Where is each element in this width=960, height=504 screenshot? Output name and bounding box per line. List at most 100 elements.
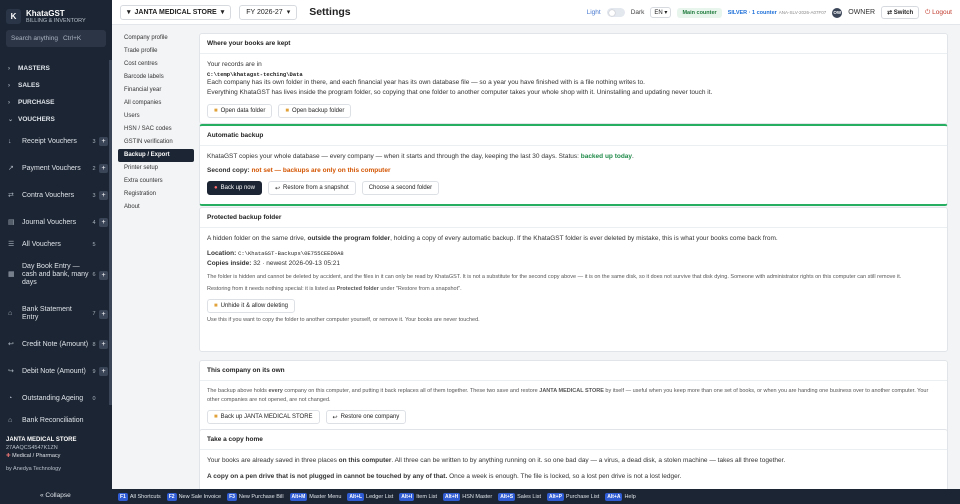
shortcut-ledger-list[interactable]: Alt+L Ledger List [347, 492, 393, 501]
license-info: SILVER · 1 counter ANA-SLV-2026-A07F07 [728, 10, 827, 16]
settings-menu-about[interactable]: About [118, 201, 194, 214]
company-selector[interactable]: ▾ JANTA MEDICAL STORE ▾ [120, 4, 232, 20]
brand[interactable]: K KhataGST BILLING & INVENTORY [0, 0, 112, 27]
shortcut-label: Master Menu [309, 493, 342, 500]
nav-item-outstanding-ageing[interactable]: ◔ Outstanding Ageing 0 [0, 385, 112, 412]
nav-item-journal-vouchers[interactable]: ▤ Journal Vouchers 4 + [0, 209, 112, 236]
list-icon: ☰ [8, 240, 15, 248]
add-credit-note-button[interactable]: + [99, 340, 108, 349]
language-selector[interactable]: EN ▾ [650, 7, 672, 18]
backup-icon: ● [214, 185, 218, 191]
nav-item-bank-statement-entry[interactable]: ⌂ Bank Statement Entry 7 + [0, 297, 112, 331]
shortcut-hsn-master[interactable]: Alt+H HSN Master [443, 492, 492, 501]
settings-menu-users[interactable]: Users [118, 110, 194, 123]
nav-item-receipt-vouchers[interactable]: ↓ Receipt Vouchers 3 + [0, 128, 112, 155]
settings-menu-all-companies[interactable]: All companies [118, 97, 194, 110]
add-contra-button[interactable]: + [99, 191, 108, 200]
button-label: Open data folder [220, 107, 266, 114]
nav-item-label: All Vouchers [22, 240, 61, 248]
protected-location: Location: C:\KhataGST-Backups\0E755CEED9… [207, 249, 940, 260]
company-name: JANTA MEDICAL STORE [6, 437, 77, 443]
settings-menu-registration[interactable]: Registration [118, 188, 194, 201]
text: every [268, 388, 283, 394]
choose-second-folder-button[interactable]: Choose a second folder [361, 181, 440, 195]
unlock-icon: ■ [214, 302, 218, 309]
divider [200, 380, 947, 381]
nav-item-payment-vouchers[interactable]: ↗ Payment Vouchers 2 + [0, 155, 112, 182]
nav-item-count: 5 [92, 241, 96, 248]
shortcut-help[interactable]: Alt+A Help [605, 492, 636, 501]
nav-item-all-vouchers[interactable]: ☰ All Vouchers 5 [0, 236, 112, 253]
fy-selector[interactable]: FY 2026-27 ▾ [239, 4, 298, 20]
nav-section-sales[interactable]: › SALES [0, 77, 112, 94]
sidebar-scrollbar[interactable] [109, 60, 112, 405]
nav-item-bank-reconciliation[interactable]: ⌂ Bank Reconciliation [0, 412, 112, 429]
protected-note-1: The folder is hidden and cannot be delet… [207, 273, 902, 280]
backup-company-button[interactable]: ■ Back up JANTA MEDICAL STORE [207, 410, 320, 424]
shortcut-purchase-list[interactable]: Alt+P Purchase List [546, 492, 599, 501]
shortcut-new-sale[interactable]: F2 New Sale Invoice [166, 492, 221, 501]
shortcut-key: Alt+A [605, 492, 623, 501]
divider [200, 227, 947, 228]
shortcut-all[interactable]: F1 All Shortcuts [118, 492, 161, 501]
nav-section-vouchers[interactable]: ⌄ VOUCHERS [0, 111, 112, 128]
settings-menu-financial-year[interactable]: Financial year [118, 84, 194, 97]
sidebar-search-input[interactable]: Search anything Ctrl+K [6, 30, 106, 47]
nav-item-label: Payment Vouchers [22, 164, 81, 172]
add-payment-button[interactable]: + [99, 164, 108, 173]
settings-menu-extra-counters[interactable]: Extra counters [118, 175, 194, 188]
company-selector-value: JANTA MEDICAL STORE [134, 8, 217, 16]
shortcut-item-list[interactable]: Alt+I Item List [399, 492, 438, 501]
collapse-sidebar-button[interactable]: « Collapse [40, 492, 71, 499]
add-debit-note-button[interactable]: + [99, 367, 108, 376]
switch-user-button[interactable]: ⇄ Switch [881, 6, 920, 19]
nav-item-day-book-entry[interactable]: ▦ Day Book Entry — cash and bank, many d… [0, 253, 112, 297]
settings-menu-backup-export[interactable]: Backup / Export [118, 149, 194, 162]
settings-menu-gstin-verification[interactable]: GSTIN verification [118, 136, 194, 149]
open-data-folder-button[interactable]: ■ Open data folder [207, 103, 273, 118]
open-backup-folder-button[interactable]: ■ Open backup folder [278, 103, 352, 118]
brand-sub: BILLING & INVENTORY [26, 17, 86, 24]
theme-dark-label: Dark [630, 9, 645, 16]
second-copy-label: Second copy: [207, 166, 250, 174]
settings-menu-trade-profile[interactable]: Trade profile [118, 45, 194, 58]
settings-menu-printer-setup[interactable]: Printer setup [118, 162, 194, 175]
settings-menu-company-profile[interactable]: Company profile [118, 32, 194, 45]
receipt-icon: ↓ [8, 137, 12, 145]
nav-item-contra-vouchers[interactable]: ⇄ Contra Vouchers 3 + [0, 182, 112, 209]
add-journal-button[interactable]: + [99, 218, 108, 227]
add-day-book-button[interactable]: + [99, 270, 108, 280]
nav-section-purchase[interactable]: › PURCHASE [0, 94, 112, 111]
shortcut-master-menu[interactable]: Alt+M Master Menu [289, 492, 342, 501]
nav-item-credit-note[interactable]: ↩ Credit Note (Amount) 8 + [0, 331, 112, 358]
logout-button[interactable]: ⏻ Logout [925, 9, 952, 17]
settings-menu-hsn-sac[interactable]: HSN / SAC codes [118, 123, 194, 136]
credit-note-icon: ↩ [8, 340, 14, 348]
restore-snapshot-button[interactable]: ↩ Restore from a snapshot [267, 181, 356, 195]
brand-logo-icon: K [6, 9, 21, 24]
search-shortcut: Ctrl+K [62, 35, 82, 42]
add-receipt-button[interactable]: + [99, 137, 108, 146]
shortcut-sales-list[interactable]: Alt+S Sales List [498, 492, 541, 501]
settings-menu-cost-centres[interactable]: Cost centres [118, 58, 194, 71]
ageing-icon: ◔ [8, 394, 13, 402]
shortcut-new-purchase[interactable]: F3 New Purchase Bill [227, 492, 284, 501]
settings-menu-barcode-labels[interactable]: Barcode labels [118, 71, 194, 84]
nav-item-debit-note[interactable]: ↪ Debit Note (Amount) 9 + [0, 358, 112, 385]
restore-company-button[interactable]: ↩ Restore one company [325, 410, 407, 424]
back-up-now-button[interactable]: ● Back up now [207, 181, 262, 195]
add-bank-statement-button[interactable]: + [99, 309, 108, 319]
nav-item-label: Journal Vouchers [22, 218, 77, 226]
theme-toggle[interactable] [606, 8, 625, 17]
avatar[interactable]: OW [832, 7, 843, 18]
take-home-line-2: A copy on a pen drive that is not plugge… [207, 472, 940, 483]
nav-section-masters[interactable]: › MASTERS [0, 60, 112, 77]
company-type: ✚ Medical / Pharmacy [6, 453, 110, 459]
shortcut-bar: F1 All Shortcuts F2 New Sale Invoice F3 New… [112, 489, 960, 504]
folder-icon: ■ [214, 414, 218, 420]
text: A hidden folder on the same drive, [207, 235, 306, 242]
shortcut-label: Item List [416, 493, 438, 500]
text: company on this computer, and putting it… [284, 388, 538, 394]
unhide-folder-button[interactable]: ■ Unhide it & allow deleting [207, 298, 295, 313]
user-role: OWNER [848, 9, 876, 16]
